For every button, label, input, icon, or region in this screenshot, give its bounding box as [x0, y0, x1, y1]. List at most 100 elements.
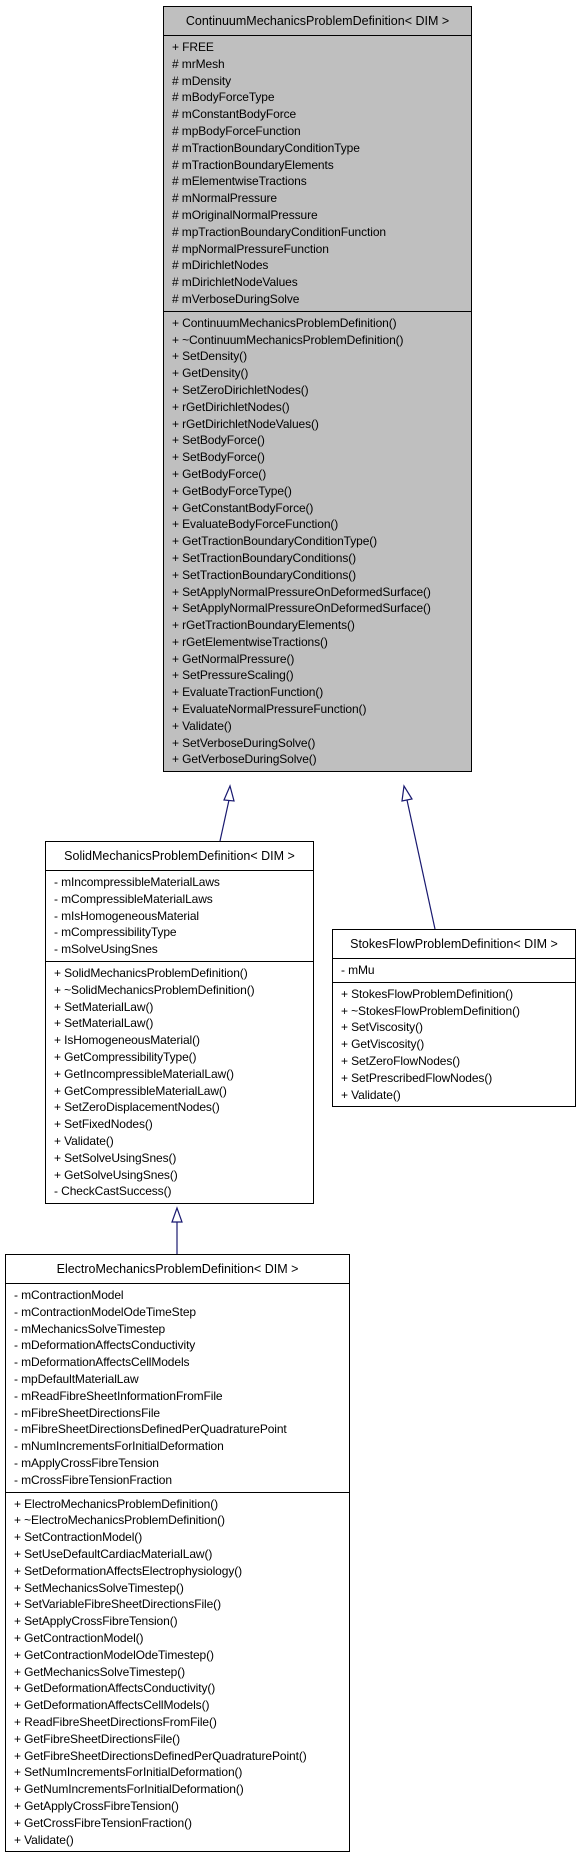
attribute-row[interactable]: + FREE	[172, 39, 471, 56]
method-row[interactable]: + SetPressureScaling()	[172, 667, 471, 684]
method-row[interactable]: + GetBodyForceType()	[172, 483, 471, 500]
method-row[interactable]: + GetContractionModel()	[14, 1630, 349, 1647]
method-row[interactable]: + GetCrossFibreTensionFraction()	[14, 1815, 349, 1832]
attribute-row[interactable]: - mNumIncrementsForInitialDeformation	[14, 1438, 349, 1455]
method-row[interactable]: + Validate()	[54, 1133, 313, 1150]
method-row[interactable]: + GetTractionBoundaryConditionType()	[172, 533, 471, 550]
attribute-row[interactable]: - mCompressibilityType	[54, 924, 313, 941]
method-row[interactable]: + GetConstantBodyForce()	[172, 500, 471, 517]
method-row[interactable]: + GetFibreSheetDirectionsFile()	[14, 1731, 349, 1748]
attribute-row[interactable]: # mBodyForceType	[172, 89, 471, 106]
method-row[interactable]: + SetMaterialLaw()	[54, 999, 313, 1016]
attribute-row[interactable]: # mTractionBoundaryConditionType	[172, 140, 471, 157]
class-box-solid[interactable]: SolidMechanicsProblemDefinition< DIM > -…	[45, 841, 314, 1205]
method-row[interactable]: + GetNumIncrementsForInitialDeformation(…	[14, 1781, 349, 1798]
method-row[interactable]: + GetCompressibleMaterialLaw()	[54, 1083, 313, 1100]
method-row[interactable]: + SetVerboseDuringSolve()	[172, 735, 471, 752]
method-row[interactable]: + SetTractionBoundaryConditions()	[172, 550, 471, 567]
attribute-row[interactable]: - mCompressibleMaterialLaws	[54, 891, 313, 908]
attribute-row[interactable]: # mConstantBodyForce	[172, 106, 471, 123]
method-row[interactable]: + ElectroMechanicsProblemDefinition()	[14, 1496, 349, 1513]
attribute-row[interactable]: # mDensity	[172, 73, 471, 90]
attribute-row[interactable]: - mFibreSheetDirectionsDefinedPerQuadrat…	[14, 1421, 349, 1438]
attribute-row[interactable]: # mpNormalPressureFunction	[172, 241, 471, 258]
method-row[interactable]: + IsHomogeneousMaterial()	[54, 1032, 313, 1049]
attribute-row[interactable]: - mIncompressibleMaterialLaws	[54, 874, 313, 891]
attribute-row[interactable]: # mDirichletNodes	[172, 257, 471, 274]
attribute-row[interactable]: # mOriginalNormalPressure	[172, 207, 471, 224]
attribute-row[interactable]: - mDeformationAffectsCellModels	[14, 1354, 349, 1371]
method-row[interactable]: + rGetDirichletNodes()	[172, 399, 471, 416]
attribute-row[interactable]: - mMechanicsSolveTimestep	[14, 1321, 349, 1338]
attribute-row[interactable]: - mSolveUsingSnes	[54, 941, 313, 958]
method-row[interactable]: + SetBodyForce()	[172, 432, 471, 449]
method-row[interactable]: + SetSolveUsingSnes()	[54, 1150, 313, 1167]
method-row[interactable]: + EvaluateBodyForceFunction()	[172, 516, 471, 533]
method-row[interactable]: + GetNormalPressure()	[172, 651, 471, 668]
method-row[interactable]: + SetApplyNormalPressureOnDeformedSurfac…	[172, 584, 471, 601]
method-row[interactable]: + Validate()	[14, 1832, 349, 1849]
attribute-row[interactable]: - mIsHomogeneousMaterial	[54, 908, 313, 925]
method-row[interactable]: + SetDensity()	[172, 348, 471, 365]
attribute-row[interactable]: - mDeformationAffectsConductivity	[14, 1337, 349, 1354]
method-row[interactable]: + SolidMechanicsProblemDefinition()	[54, 965, 313, 982]
method-row[interactable]: + ContinuumMechanicsProblemDefinition()	[172, 315, 471, 332]
method-row[interactable]: + rGetDirichletNodeValues()	[172, 416, 471, 433]
method-row[interactable]: + SetUseDefaultCardiacMaterialLaw()	[14, 1546, 349, 1563]
attribute-row[interactable]: # mpTractionBoundaryConditionFunction	[172, 224, 471, 241]
method-row[interactable]: + Validate()	[341, 1087, 575, 1104]
method-row[interactable]: + EvaluateNormalPressureFunction()	[172, 701, 471, 718]
class-box-continuum[interactable]: ContinuumMechanicsProblemDefinition< DIM…	[163, 6, 472, 773]
attribute-row[interactable]: - mCrossFibreTensionFraction	[14, 1472, 349, 1489]
attribute-row[interactable]: # mElementwiseTractions	[172, 173, 471, 190]
method-row[interactable]: + GetContractionModelOdeTimestep()	[14, 1647, 349, 1664]
method-row[interactable]: + StokesFlowProblemDefinition()	[341, 986, 575, 1003]
class-box-electro[interactable]: ElectroMechanicsProblemDefinition< DIM >…	[5, 1254, 350, 1853]
method-row[interactable]: + SetViscosity()	[341, 1019, 575, 1036]
attribute-row[interactable]: # mpBodyForceFunction	[172, 123, 471, 140]
attribute-row[interactable]: # mDirichletNodeValues	[172, 274, 471, 291]
method-row[interactable]: + GetSolveUsingSnes()	[54, 1167, 313, 1184]
method-row[interactable]: + SetZeroDirichletNodes()	[172, 382, 471, 399]
method-row[interactable]: + SetZeroFlowNodes()	[341, 1053, 575, 1070]
method-row[interactable]: + ~ContinuumMechanicsProblemDefinition()	[172, 332, 471, 349]
method-row[interactable]: + GetFibreSheetDirectionsDefinedPerQuadr…	[14, 1748, 349, 1765]
method-row[interactable]: + SetVariableFibreSheetDirectionsFile()	[14, 1596, 349, 1613]
method-row[interactable]: + EvaluateTractionFunction()	[172, 684, 471, 701]
attribute-row[interactable]: - mContractionModelOdeTimeStep	[14, 1304, 349, 1321]
method-row[interactable]: + SetContractionModel()	[14, 1529, 349, 1546]
method-row[interactable]: + SetBodyForce()	[172, 449, 471, 466]
method-row[interactable]: + GetViscosity()	[341, 1036, 575, 1053]
method-row[interactable]: + GetDensity()	[172, 365, 471, 382]
attribute-row[interactable]: - mApplyCrossFibreTension	[14, 1455, 349, 1472]
method-row[interactable]: + SetFixedNodes()	[54, 1116, 313, 1133]
method-row[interactable]: + SetZeroDisplacementNodes()	[54, 1099, 313, 1116]
method-row[interactable]: + SetDeformationAffectsElectrophysiology…	[14, 1563, 349, 1580]
method-row[interactable]: + ~SolidMechanicsProblemDefinition()	[54, 982, 313, 999]
method-row[interactable]: + GetDeformationAffectsCellModels()	[14, 1697, 349, 1714]
method-row[interactable]: + rGetTractionBoundaryElements()	[172, 617, 471, 634]
method-row[interactable]: + SetNumIncrementsForInitialDeformation(…	[14, 1764, 349, 1781]
method-row[interactable]: + GetIncompressibleMaterialLaw()	[54, 1066, 313, 1083]
class-box-stokes[interactable]: StokesFlowProblemDefinition< DIM > - mMu…	[332, 929, 576, 1108]
method-row[interactable]: + Validate()	[172, 718, 471, 735]
method-row[interactable]: + SetApplyCrossFibreTension()	[14, 1613, 349, 1630]
attribute-row[interactable]: - mpDefaultMaterialLaw	[14, 1371, 349, 1388]
method-row[interactable]: - CheckCastSuccess()	[54, 1183, 313, 1200]
method-row[interactable]: + SetApplyNormalPressureOnDeformedSurfac…	[172, 600, 471, 617]
attribute-row[interactable]: # mTractionBoundaryElements	[172, 157, 471, 174]
method-row[interactable]: + rGetElementwiseTractions()	[172, 634, 471, 651]
method-row[interactable]: + ReadFibreSheetDirectionsFromFile()	[14, 1714, 349, 1731]
method-row[interactable]: + GetCompressibilityType()	[54, 1049, 313, 1066]
method-row[interactable]: + GetVerboseDuringSolve()	[172, 751, 471, 768]
method-row[interactable]: + GetMechanicsSolveTimestep()	[14, 1664, 349, 1681]
method-row[interactable]: + GetApplyCrossFibreTension()	[14, 1798, 349, 1815]
attribute-row[interactable]: # mrMesh	[172, 56, 471, 73]
method-row[interactable]: + SetPrescribedFlowNodes()	[341, 1070, 575, 1087]
attribute-row[interactable]: - mMu	[341, 962, 575, 979]
method-row[interactable]: + ~ElectroMechanicsProblemDefinition()	[14, 1512, 349, 1529]
method-row[interactable]: + GetDeformationAffectsConductivity()	[14, 1680, 349, 1697]
attribute-row[interactable]: - mFibreSheetDirectionsFile	[14, 1405, 349, 1422]
method-row[interactable]: + GetBodyForce()	[172, 466, 471, 483]
method-row[interactable]: + SetMechanicsSolveTimestep()	[14, 1580, 349, 1597]
